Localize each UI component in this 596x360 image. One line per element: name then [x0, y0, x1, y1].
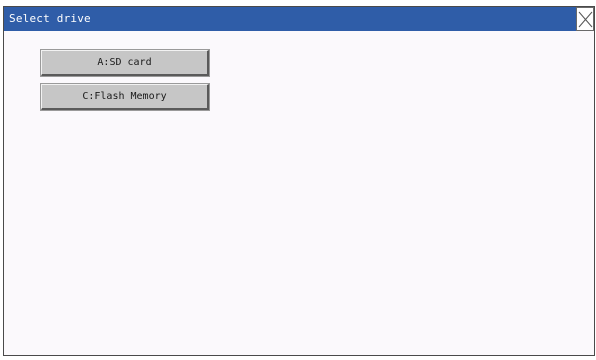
- drive-button-flash-memory[interactable]: C:Flash Memory: [41, 84, 209, 110]
- close-button[interactable]: [576, 7, 594, 31]
- select-drive-window: Select drive A:SD card C:Flash Memory: [3, 6, 595, 356]
- drive-list: A:SD card C:Flash Memory: [4, 31, 594, 355]
- title-bar: Select drive: [4, 7, 594, 31]
- drive-button-sd-card[interactable]: A:SD card: [41, 50, 209, 76]
- window-title: Select drive: [9, 12, 91, 25]
- close-icon: [578, 11, 593, 28]
